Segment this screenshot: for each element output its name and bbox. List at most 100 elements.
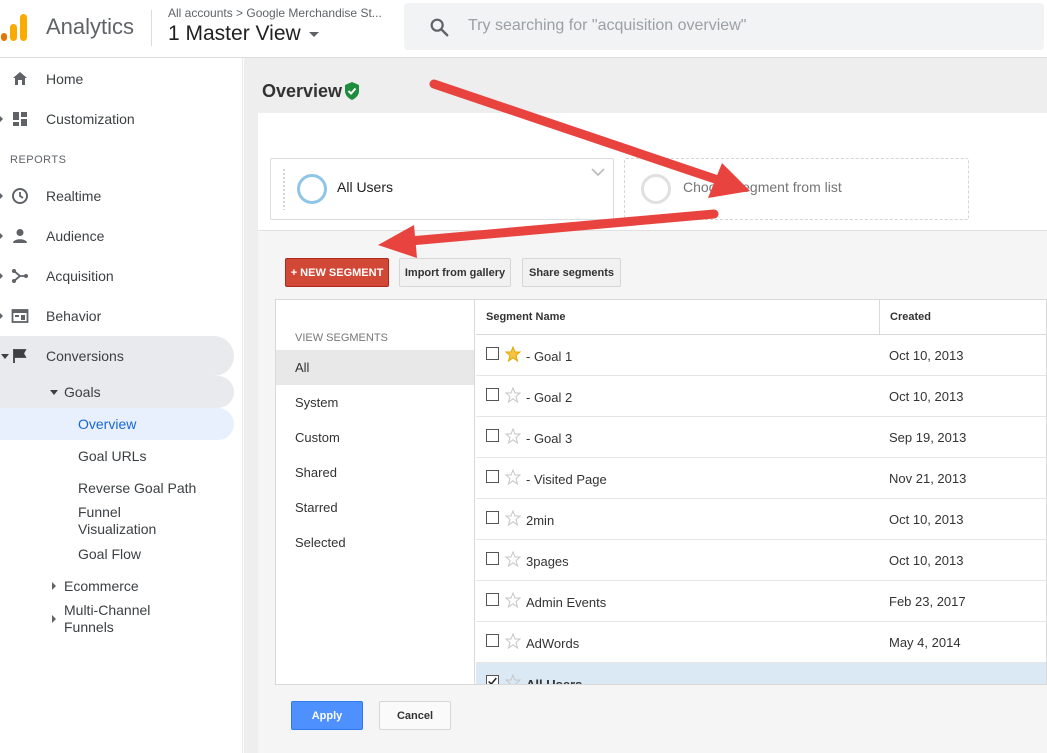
segment-label: All Users: [337, 179, 394, 195]
table-row[interactable]: All Users: [476, 663, 1046, 685]
behavior-icon: [11, 309, 29, 323]
search-bar[interactable]: Try searching for "acquisition overview": [404, 3, 1044, 50]
category-shared[interactable]: Shared: [276, 455, 474, 490]
star-outline-icon[interactable]: [505, 428, 521, 444]
segment-checkbox[interactable]: [486, 593, 499, 606]
view-name: 1 Master View: [168, 22, 301, 45]
segment-empty-ring-icon: [641, 174, 671, 204]
sidebar-item-customization[interactable]: Customization: [0, 99, 243, 139]
sidebar-item-acquisition[interactable]: Acquisition: [0, 256, 243, 296]
sidebar-item-goals[interactable]: Goals: [64, 384, 101, 401]
star-filled-icon[interactable]: [505, 346, 521, 362]
segment-created-date: Oct 10, 2013: [889, 553, 964, 568]
star-outline-icon[interactable]: [505, 469, 521, 485]
segment-name[interactable]: 2min: [526, 513, 554, 528]
sidebar-item-conversions[interactable]: Conversions: [0, 336, 243, 376]
segment-checkbox[interactable]: [486, 347, 499, 360]
star-outline-icon[interactable]: [505, 592, 521, 608]
sidebar-item-label: Behavior: [46, 308, 102, 324]
sidebar-item-label: Audience: [46, 228, 105, 244]
sidebar-item-label: Acquisition: [46, 268, 114, 284]
table-row[interactable]: - Goal 3 Sep 19, 2013: [476, 417, 1046, 458]
category-custom[interactable]: Custom: [276, 420, 474, 455]
acquisition-icon: [12, 269, 28, 283]
breadcrumb[interactable]: All accounts > Google Merchandise St...: [168, 6, 393, 20]
sidebar-item-label: Realtime: [46, 188, 102, 204]
segment-name[interactable]: - Visited Page: [526, 472, 607, 487]
apply-button[interactable]: Apply: [291, 701, 363, 730]
sidebar-item-goal-flow[interactable]: Goal Flow: [78, 546, 141, 563]
table-row[interactable]: - Goal 1 Oct 10, 2013: [476, 335, 1046, 376]
chevron-down-icon[interactable]: [591, 167, 605, 177]
segment-checkbox[interactable]: [486, 388, 499, 401]
segment-checkbox[interactable]: [486, 634, 499, 647]
sidebar-item-multichannel[interactable]: Multi-Channel Funnels: [64, 602, 174, 636]
flag-icon: [13, 349, 27, 363]
table-row[interactable]: Admin Events Feb 23, 2017: [476, 581, 1046, 622]
expand-arrow-icon[interactable]: [52, 582, 56, 590]
category-starred[interactable]: Starred: [276, 490, 474, 525]
cancel-button[interactable]: Cancel: [379, 701, 451, 730]
segment-name[interactable]: - Goal 3: [526, 431, 572, 446]
star-outline-icon[interactable]: [505, 551, 521, 567]
segment-placeholder[interactable]: Choose segment from list: [624, 158, 969, 220]
segment-created-date: Feb 23, 2017: [889, 594, 966, 609]
view-segments-heading: VIEW SEGMENTS: [295, 332, 388, 344]
table-row[interactable]: - Goal 2 Oct 10, 2013: [476, 376, 1046, 417]
sidebar-item-audience[interactable]: Audience: [0, 216, 243, 256]
star-outline-icon[interactable]: [505, 674, 521, 685]
category-all[interactable]: All: [276, 350, 474, 385]
import-from-gallery-button[interactable]: Import from gallery: [399, 258, 511, 287]
collapse-arrow-icon: [1, 354, 9, 359]
segment-name[interactable]: - Goal 1: [526, 349, 572, 364]
drag-handle-icon[interactable]: [282, 168, 286, 210]
segment-checkbox[interactable]: [486, 552, 499, 565]
star-outline-icon[interactable]: [505, 387, 521, 403]
segment-checkbox[interactable]: [486, 470, 499, 483]
goals-collapse-icon[interactable]: [50, 390, 58, 395]
category-system[interactable]: System: [276, 385, 474, 420]
segment-name[interactable]: Admin Events: [526, 595, 606, 610]
analytics-logo-icon[interactable]: [0, 11, 30, 41]
segment-list-area: VIEW SEGMENTS All System Custom Shared S…: [275, 299, 1047, 685]
segment-name[interactable]: All Users: [526, 677, 582, 684]
search-input[interactable]: Try searching for "acquisition overview": [468, 17, 746, 35]
sidebar-item-reverse-goal-path[interactable]: Reverse Goal Path: [78, 480, 196, 497]
new-segment-button[interactable]: + NEW SEGMENT: [285, 258, 389, 287]
top-header: Analytics All accounts > Google Merchand…: [0, 0, 1047, 58]
view-selector[interactable]: 1 Master View: [168, 22, 319, 46]
home-icon: [13, 72, 27, 85]
star-outline-icon[interactable]: [505, 633, 521, 649]
segment-checkbox[interactable]: [486, 429, 499, 442]
category-selected[interactable]: Selected: [276, 525, 474, 560]
sidebar-item-home[interactable]: Home: [0, 59, 243, 99]
sidebar-item-behavior[interactable]: Behavior: [0, 296, 243, 336]
column-header-segment-name[interactable]: Segment Name: [476, 300, 880, 335]
share-segments-button[interactable]: Share segments: [522, 258, 621, 287]
verified-check-icon: [345, 82, 359, 100]
segment-name[interactable]: 3pages: [526, 554, 569, 569]
sidebar-item-ecommerce[interactable]: Ecommerce: [64, 578, 139, 595]
caret-down-icon: [308, 31, 319, 37]
sidebar-item-funnel-visualization[interactable]: Funnel Visualization: [78, 504, 188, 538]
sidebar-item-label: Conversions: [46, 348, 124, 364]
table-row[interactable]: AdWords May 4, 2014: [476, 622, 1046, 663]
table-row[interactable]: - Visited Page Nov 21, 2013: [476, 458, 1046, 499]
table-row[interactable]: 2min Oct 10, 2013: [476, 499, 1046, 540]
sidebar-item-goal-urls[interactable]: Goal URLs: [78, 448, 146, 465]
segment-name[interactable]: - Goal 2: [526, 390, 572, 405]
sidebar-item-label: Customization: [46, 111, 135, 127]
expand-arrow-icon[interactable]: [52, 615, 56, 623]
segment-name[interactable]: AdWords: [526, 636, 579, 651]
expand-arrow-icon: [0, 193, 3, 199]
table-row[interactable]: 3pages Oct 10, 2013: [476, 540, 1046, 581]
sidebar-item-goals-overview[interactable]: Overview: [78, 416, 136, 433]
main-content: Overview All Users Choose segment from l…: [244, 58, 1047, 753]
sidebar-item-realtime[interactable]: Realtime: [0, 176, 243, 216]
segment-checkbox[interactable]: [486, 511, 499, 524]
column-header-created[interactable]: Created: [880, 300, 1046, 335]
segment-all-users[interactable]: All Users: [270, 158, 614, 220]
segment-checkbox[interactable]: [486, 675, 499, 684]
star-outline-icon[interactable]: [505, 510, 521, 526]
segment-color-ring-icon: [297, 174, 327, 204]
